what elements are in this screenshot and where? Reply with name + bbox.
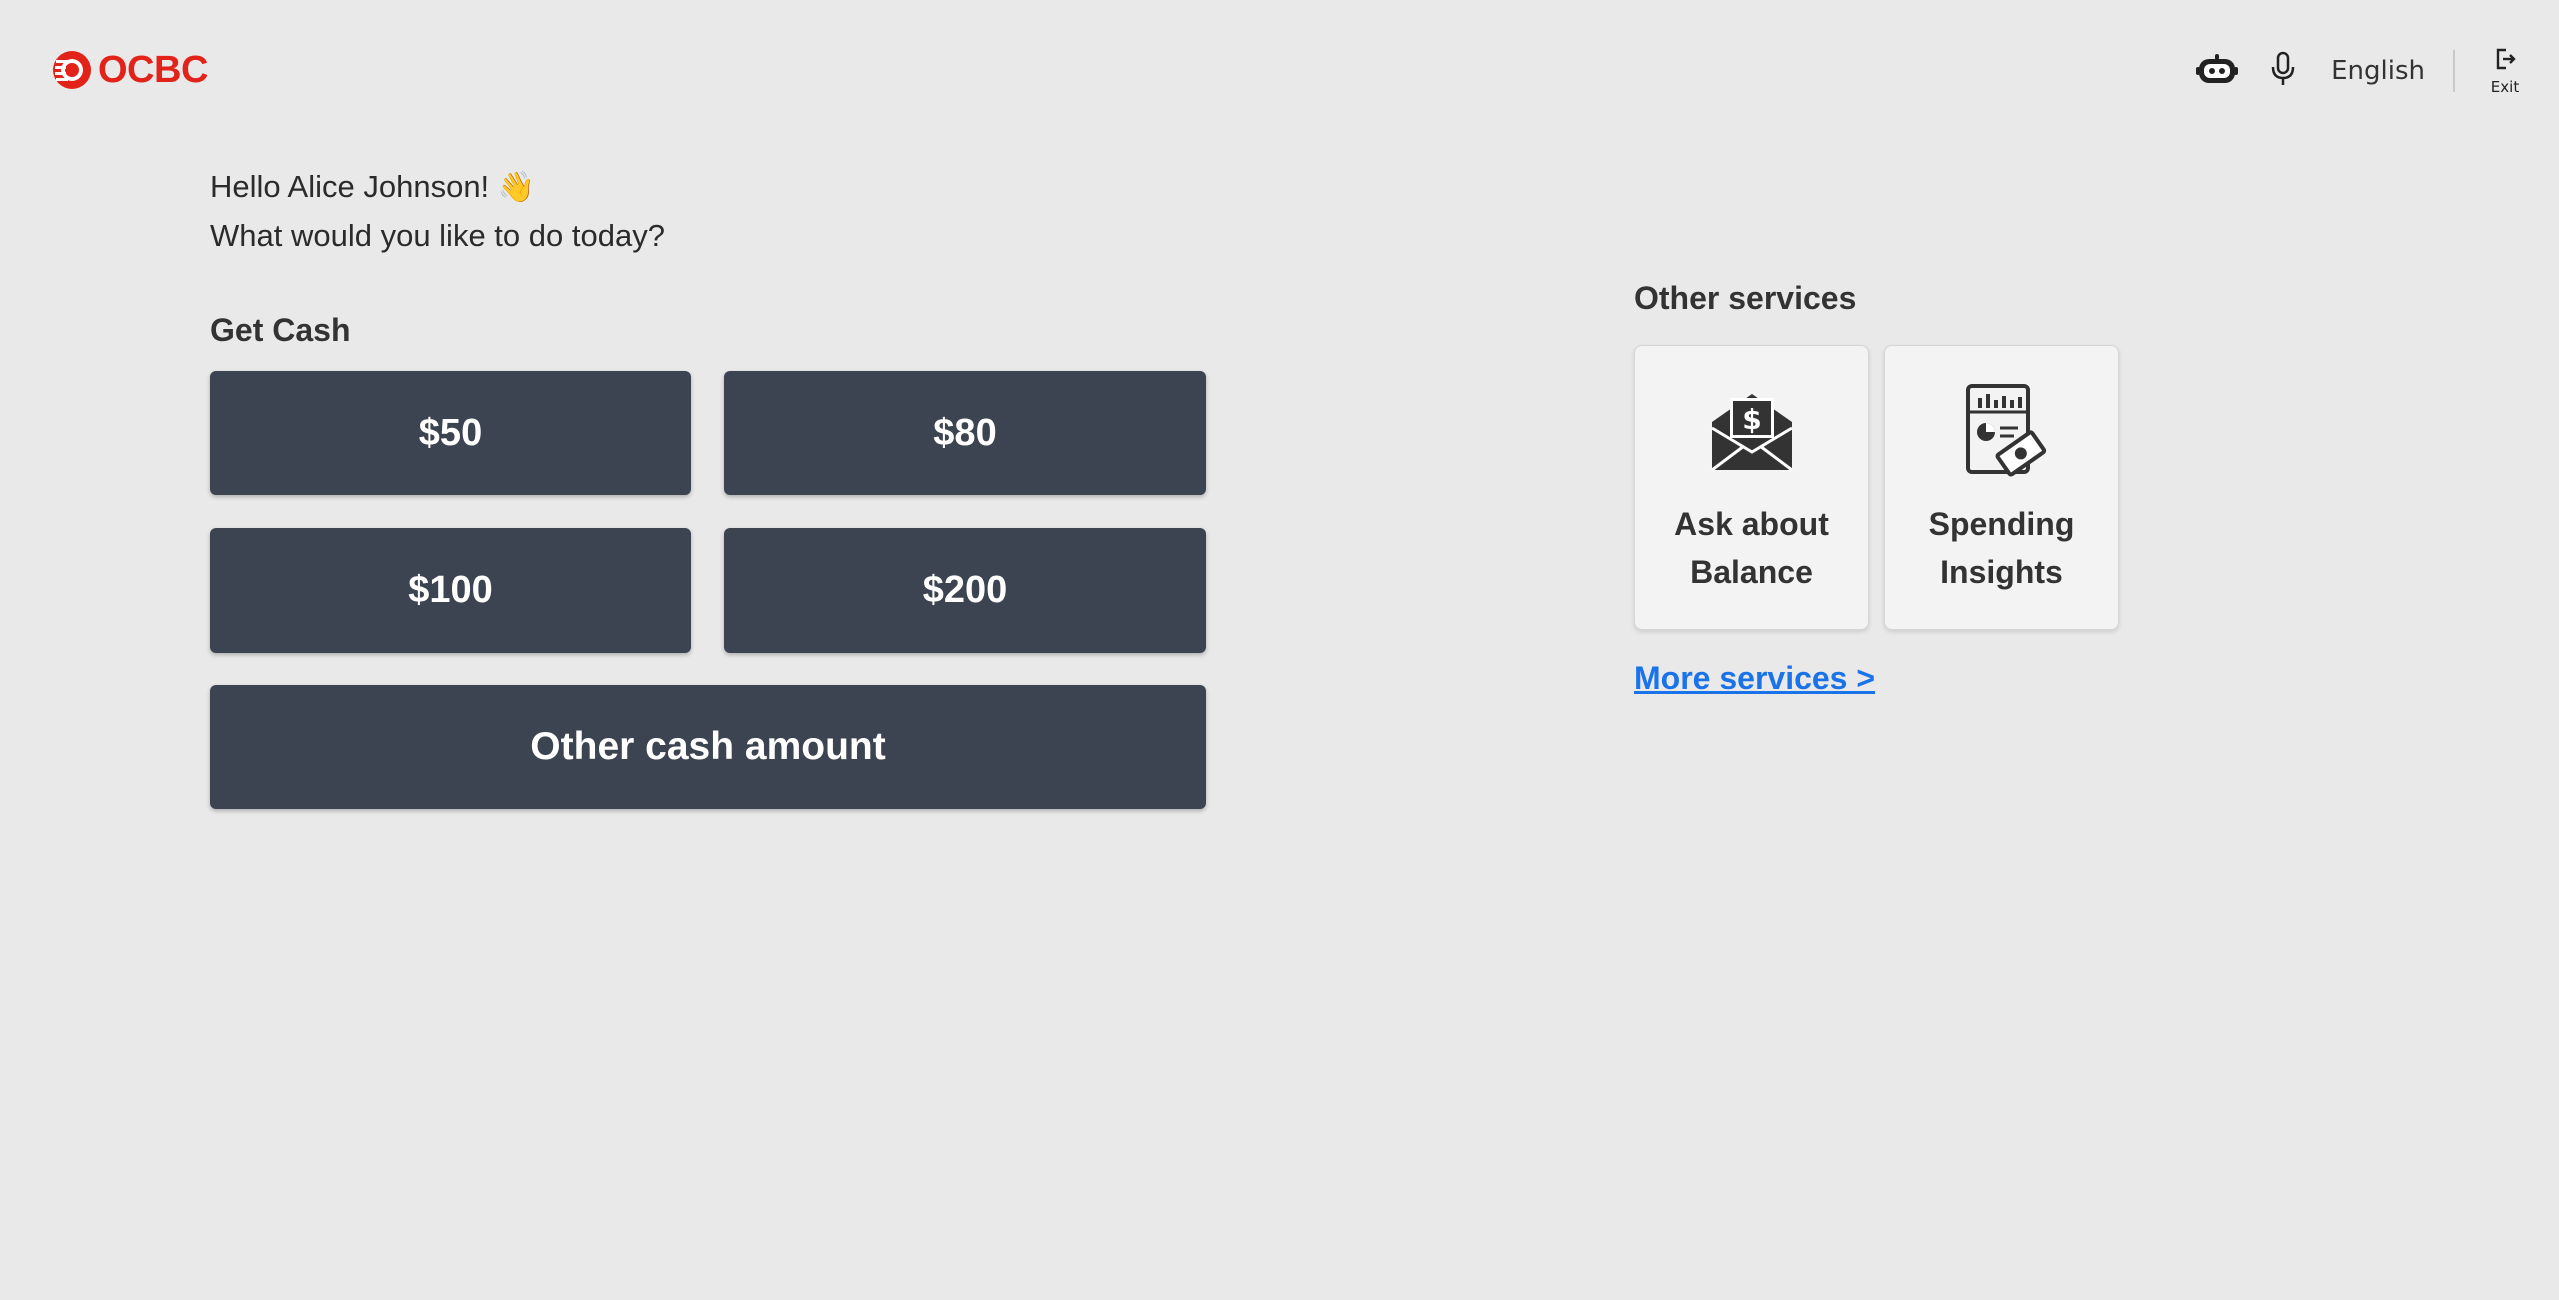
voice-input-button[interactable] <box>2253 41 2313 101</box>
cash-100-button[interactable]: $100 <box>210 528 691 653</box>
exit-button[interactable]: Exit <box>2461 47 2549 96</box>
greeting: Hello Alice Johnson! 👋 What would you li… <box>210 163 665 260</box>
ocbc-logo-icon <box>52 50 92 90</box>
spending-insights-card[interactable]: Spending Insights <box>1884 345 2119 630</box>
ask-about-balance-card[interactable]: $ Ask about Balance <box>1634 345 1869 630</box>
spending-report-icon <box>1954 382 2050 478</box>
service-label: Ask about Balance <box>1674 500 1829 596</box>
exit-icon <box>2493 47 2517 76</box>
brand-name: OCBC <box>98 48 208 91</box>
more-services-link[interactable]: More services > <box>1634 660 1875 697</box>
get-cash-title: Get Cash <box>210 312 351 348</box>
cash-80-button[interactable]: $80 <box>724 371 1206 495</box>
exit-label: Exit <box>2490 77 2520 96</box>
greeting-question: What would you like to do today? <box>210 218 665 253</box>
microphone-icon <box>2270 51 2296 92</box>
service-label-line: Balance <box>1690 554 1813 590</box>
cash-200-button[interactable]: $200 <box>724 528 1206 653</box>
money-envelope-icon: $ <box>1704 382 1800 478</box>
toolbar-divider <box>2453 50 2455 92</box>
greeting-line: Hello Alice Johnson! 👋 <box>210 163 665 212</box>
cash-50-button[interactable]: $50 <box>210 371 691 495</box>
greeting-name: Hello Alice Johnson! <box>210 169 490 204</box>
service-label-line: Spending <box>1928 506 2075 542</box>
assistant-button[interactable] <box>2187 41 2247 101</box>
robot-icon <box>2196 53 2239 90</box>
svg-text:$: $ <box>1742 403 1761 436</box>
waving-hand-icon: 👋 <box>497 171 536 204</box>
service-label-line: Insights <box>1940 554 2063 590</box>
ocbc-logo: OCBC <box>52 48 208 92</box>
other-services-title: Other services <box>1634 280 1857 316</box>
service-label-line: Ask about <box>1674 506 1829 542</box>
language-selector[interactable]: English <box>2323 56 2453 86</box>
service-label: Spending Insights <box>1929 500 2075 596</box>
top-toolbar: English Exit <box>2187 40 2559 102</box>
other-cash-amount-button[interactable]: Other cash amount <box>210 685 1206 809</box>
